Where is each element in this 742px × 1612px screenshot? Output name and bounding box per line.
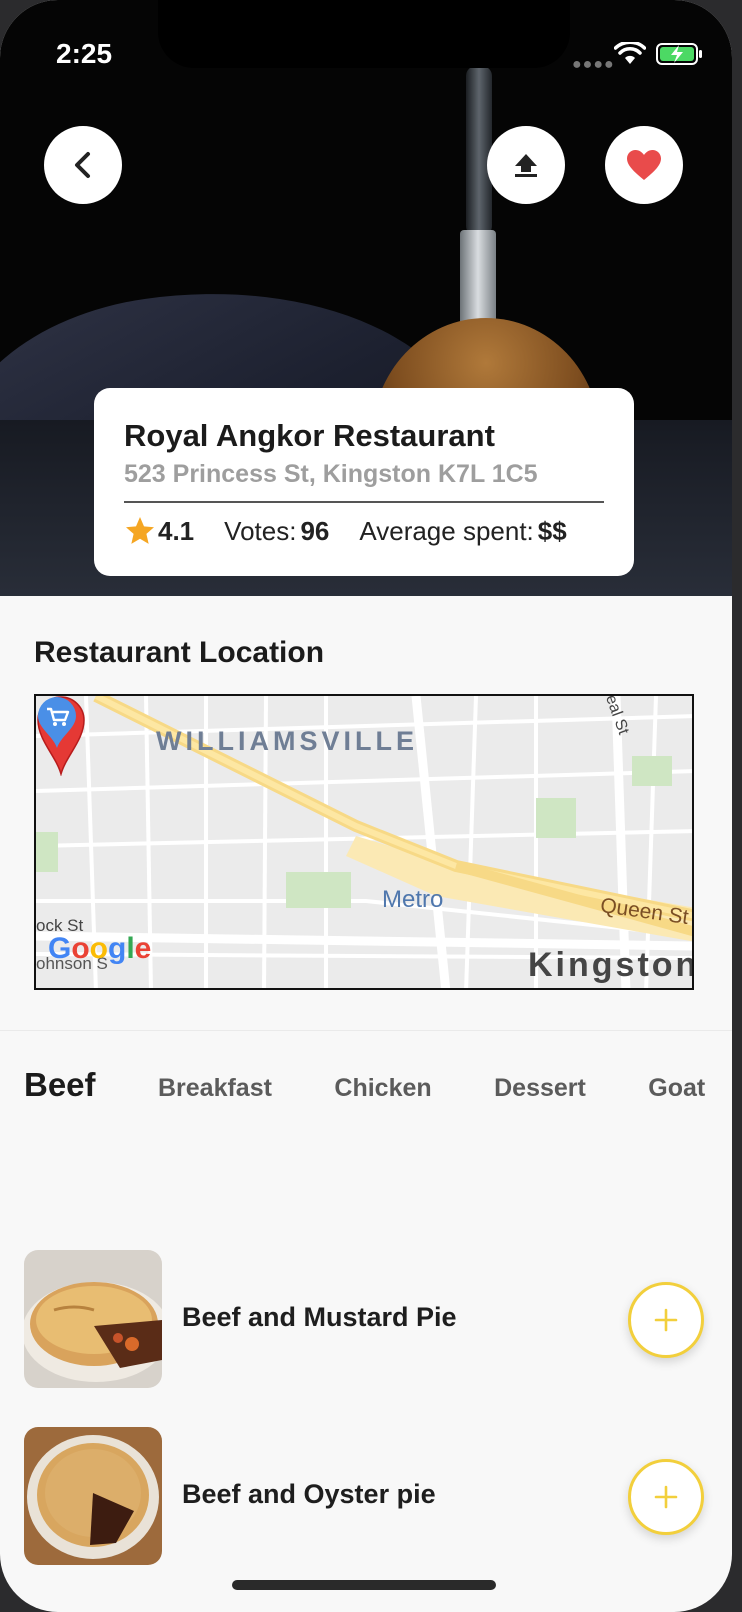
- restaurant-stats: 4.1 Votes: 96 Average spent: $$: [124, 515, 604, 547]
- votes-value: 96: [300, 515, 330, 546]
- average-spent-label: Average spent:: [359, 515, 534, 546]
- pie-photo: [24, 1427, 162, 1565]
- status-bar: 2:25 ●●●●: [0, 0, 732, 100]
- menu-item-image: [24, 1250, 162, 1388]
- rating-value: 4.1: [158, 515, 195, 546]
- restaurant-map[interactable]: WILLIAMSVILLE eal St Metro Queen St ock …: [34, 694, 694, 990]
- average-spent-value: $$: [537, 515, 567, 546]
- info-divider: [124, 501, 604, 503]
- favorite-button[interactable]: [605, 126, 683, 204]
- tab-goat[interactable]: Goat: [648, 1074, 705, 1103]
- location-section-title: Restaurant Location: [34, 636, 325, 669]
- heart-icon: [627, 150, 661, 180]
- tab-chicken[interactable]: Chicken: [334, 1074, 431, 1103]
- votes-label: Votes:: [224, 515, 297, 546]
- wifi-icon: [614, 42, 646, 64]
- tab-breakfast[interactable]: Breakfast: [158, 1074, 272, 1103]
- tab-dessert[interactable]: Dessert: [494, 1074, 586, 1103]
- menu-item-image: [24, 1427, 162, 1565]
- plus-icon: [654, 1308, 678, 1332]
- share-button[interactable]: [487, 126, 565, 204]
- restaurant-address: 523 Princess St, Kingston K7L 1C5: [124, 460, 538, 488]
- star-icon: [126, 517, 154, 544]
- section-divider: [0, 1030, 732, 1031]
- map-area-label: WILLIAMSVILLE: [156, 726, 418, 756]
- battery-charging-icon: [656, 43, 702, 65]
- shopping-cart-icon: [38, 697, 76, 748]
- hero-knife-blade: [460, 230, 496, 330]
- pie-photo: [24, 1250, 162, 1388]
- restaurant-name: Royal Angkor Restaurant: [124, 418, 495, 453]
- cellular-signal-icon: ●●●●: [572, 56, 615, 73]
- home-indicator[interactable]: [232, 1580, 496, 1590]
- back-button[interactable]: [44, 126, 122, 204]
- google-logo: Google: [48, 932, 152, 965]
- category-tabs: Beef Breakfast Chicken Dessert Goat: [24, 1066, 732, 1112]
- notch: [158, 0, 570, 68]
- map-poi-label: Metro: [382, 886, 444, 913]
- menu-item-name: Beef and Mustard Pie: [182, 1302, 457, 1332]
- plus-icon: [654, 1485, 678, 1509]
- menu-item[interactable]: Beef and Oyster pie: [24, 1427, 704, 1567]
- add-to-cart-button[interactable]: [628, 1459, 704, 1535]
- upload-icon: [515, 154, 537, 177]
- chevron-left-icon: [75, 152, 90, 178]
- map-city-label: Kingston: [528, 946, 694, 984]
- menu-item-name: Beef and Oyster pie: [182, 1479, 436, 1509]
- menu-item[interactable]: Beef and Mustard Pie: [24, 1250, 704, 1390]
- tab-beef[interactable]: Beef: [24, 1066, 96, 1104]
- restaurant-info-card: Royal Angkor Restaurant 523 Princess St,…: [94, 388, 634, 576]
- status-time: 2:25: [56, 38, 113, 69]
- add-to-cart-button[interactable]: [628, 1282, 704, 1358]
- app-screen: 2:25 ●●●● Royal Angkor Restaurant 523 Pr…: [0, 0, 732, 1612]
